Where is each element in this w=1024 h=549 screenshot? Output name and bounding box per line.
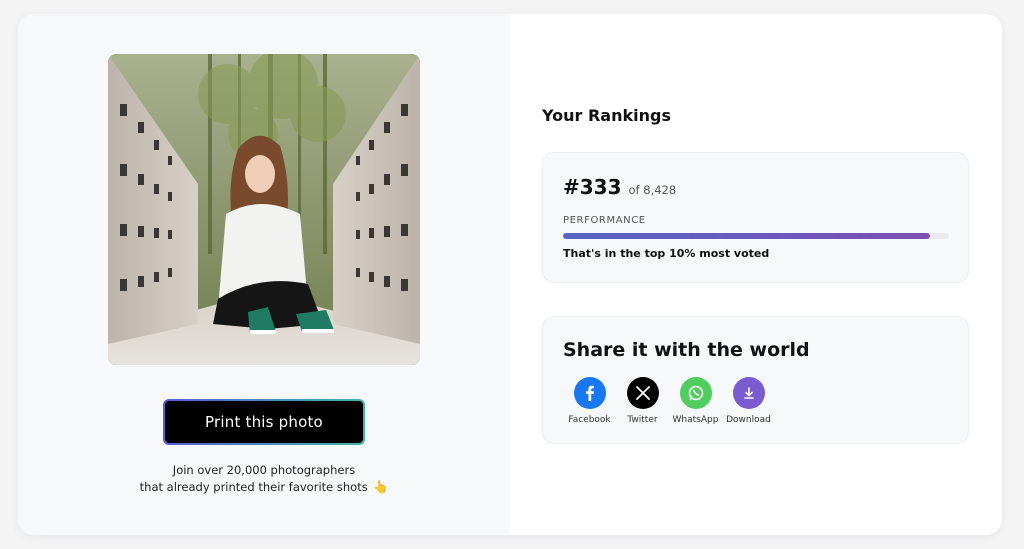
x-icon [626,377,659,409]
rank-number: #333 [563,175,622,199]
share-download-label: Download [726,415,771,425]
download-icon [732,377,765,409]
share-title: Share it with the world [563,339,810,361]
share-facebook-button[interactable]: Facebook [563,377,616,425]
result-card: Print this photo Join over 20,000 photog… [18,14,1002,535]
share-twitter-label: Twitter [627,415,658,425]
join-message: Join over 20,000 photographers that alre… [108,462,420,496]
print-photo-button[interactable]: Print this photo [163,399,365,445]
stats-panel: Your Rankings #333 of 8,428 PERFORMANCE … [510,14,1002,535]
photo-panel: Print this photo Join over 20,000 photog… [18,14,510,535]
share-whatsapp-label: WhatsApp [672,415,719,425]
share-download-button[interactable]: Download [722,377,775,425]
photo-image [108,54,420,365]
join-line-1: Join over 20,000 photographers [172,463,356,477]
join-line-2: that already printed their favorite shot… [139,480,368,494]
performance-bar-fill [563,233,930,239]
share-facebook-label: Facebook [568,415,611,425]
share-buttons: Facebook Twitter WhatsApp Download [563,377,775,425]
rank-total: of 8,428 [628,183,677,197]
rank-line: #333 of 8,428 [563,175,676,199]
whatsapp-icon [679,377,712,409]
submitted-photo [108,54,420,365]
share-whatsapp-button[interactable]: WhatsApp [669,377,722,425]
pointing-hand-icon: 👆 [373,480,389,494]
rankings-title: Your Rankings [542,106,671,125]
top-percent-text: That's in the top 10% most voted [563,247,770,260]
join-line-2-wrap: that already printed their favorite shot… [108,479,420,496]
ranking-box: #333 of 8,428 PERFORMANCE That's in the … [542,152,969,283]
performance-bar [563,233,949,239]
performance-label: PERFORMANCE [563,215,646,226]
share-twitter-button[interactable]: Twitter [616,377,669,425]
share-box: Share it with the world Facebook Twitter [542,316,969,444]
print-photo-button-label: Print this photo [205,413,323,431]
facebook-icon [573,377,606,409]
